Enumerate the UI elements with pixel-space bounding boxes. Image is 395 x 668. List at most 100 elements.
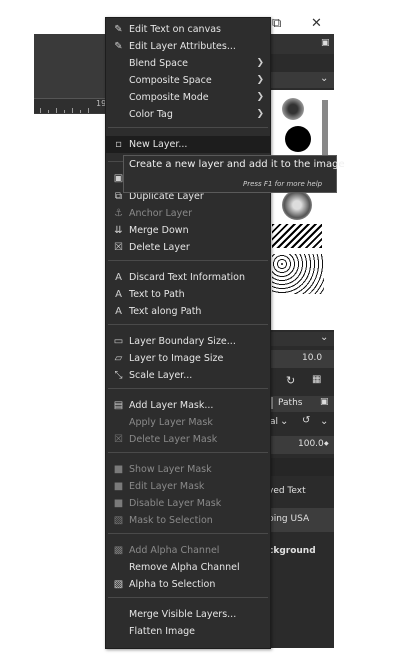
opacity-field[interactable]: 100.0 ◆ xyxy=(268,436,334,454)
menu-item-composite-space[interactable]: Composite Space ❯ xyxy=(106,72,270,89)
layer-context-menu: ✎ Edit Text on canvas ✎ Edit Layer Attribut… xyxy=(105,17,271,649)
spacing-field[interactable]: 10.0 xyxy=(268,350,334,368)
menu-separator xyxy=(108,324,268,325)
dock-menu-icon[interactable]: ▣ xyxy=(321,38,330,48)
menu-item-flatten-image[interactable]: Flatten Image xyxy=(106,623,270,640)
menu-item-label: Color Tag xyxy=(129,109,173,120)
restore-window-icon[interactable]: ⧉ xyxy=(272,16,281,31)
chevron-down-icon[interactable]: ⌄ xyxy=(280,416,288,427)
menu-item-label: Add Layer Mask... xyxy=(129,400,214,411)
add-mask-icon: ▤ xyxy=(113,400,124,411)
brush-preview-grid[interactable] xyxy=(268,90,334,330)
dock-menu-icon[interactable]: ▣ xyxy=(320,397,329,407)
menu-item-remove-alpha-channel[interactable]: Remove Alpha Channel xyxy=(106,559,270,576)
boundary-size-icon: ▭ xyxy=(113,336,124,347)
menu-item-label: Layer to Image Size xyxy=(129,353,224,364)
chevron-down-icon[interactable]: ⌄ xyxy=(320,416,328,427)
text-a-icon: A xyxy=(115,272,122,283)
menu-item-label: Composite Space xyxy=(129,75,212,86)
spinner-icon[interactable]: ◆ xyxy=(324,440,329,447)
menu-item-layer-boundary-size[interactable]: ▭ Layer Boundary Size... xyxy=(106,333,270,350)
menu-separator xyxy=(108,388,268,389)
menu-item-blend-space[interactable]: Blend Space ❯ xyxy=(106,55,270,72)
menu-item-mask-to-selection[interactable]: ▧ Mask to Selection xyxy=(106,512,270,529)
menu-item-label: Add Alpha Channel xyxy=(129,545,220,556)
layer-name: ved Text xyxy=(268,486,306,496)
alpha-selection-icon: ▧ xyxy=(113,579,124,590)
menu-separator xyxy=(108,127,268,128)
layer-attributes-icon: ✎ xyxy=(114,41,123,52)
menu-item-anchor-layer[interactable]: ⚓ Anchor Layer xyxy=(106,205,270,222)
menu-separator xyxy=(108,533,268,534)
menu-item-edit-layer-attributes[interactable]: ✎ Edit Layer Attributes... xyxy=(106,38,270,55)
brush-actions: ↻ ▦ xyxy=(268,372,334,390)
menu-item-text-along-path[interactable]: A Text along Path xyxy=(106,303,270,320)
refresh-icon[interactable]: ↻ xyxy=(286,374,295,387)
menu-item-label: Composite Mode xyxy=(129,92,209,103)
layer-name: ckground xyxy=(268,546,316,556)
menu-item-label: Show Layer Mask xyxy=(129,464,212,475)
layer-row-text[interactable]: ved Text xyxy=(268,480,334,504)
chevron-down-icon[interactable]: ⌄ xyxy=(320,73,328,84)
menu-item-label: Disable Layer Mask xyxy=(129,498,222,509)
menu-item-apply-layer-mask[interactable]: Apply Layer Mask xyxy=(106,414,270,431)
menu-item-label: Blend Space xyxy=(129,58,189,69)
menu-separator xyxy=(108,260,268,261)
menu-item-label: Edit Text on canvas xyxy=(129,24,221,35)
menu-item-edit-layer-mask[interactable]: ■ Edit Layer Mask xyxy=(106,478,270,495)
brush-category-select[interactable]: ⌄ xyxy=(268,332,334,346)
dock-tab-bar: ▣ xyxy=(268,34,334,54)
menu-item-text-to-path[interactable]: A Text to Path xyxy=(106,286,270,303)
menu-item-new-layer[interactable]: ▫ New Layer... xyxy=(106,136,270,153)
layer-name: ping USA xyxy=(268,514,310,524)
mask-selection-icon: ▧ xyxy=(113,515,124,526)
menu-item-label: Apply Layer Mask xyxy=(129,417,213,428)
reset-icon[interactable]: ↺ xyxy=(302,415,310,426)
menu-item-label: Text to Path xyxy=(129,289,185,300)
alpha-channel-icon: ▩ xyxy=(113,545,124,556)
close-window-icon[interactable]: ✕ xyxy=(311,16,322,31)
menu-item-composite-mode[interactable]: Composite Mode ❯ xyxy=(106,89,270,106)
menu-item-label: Anchor Layer xyxy=(129,208,192,219)
layer-mode-select[interactable]: al xyxy=(270,417,278,427)
menu-item-label: Edit Layer Mask xyxy=(129,481,205,492)
new-layer-tooltip: Create a new layer and add it to the ima… xyxy=(123,155,345,193)
menu-item-label: Mask to Selection xyxy=(129,515,213,526)
menu-item-layer-to-image-size[interactable]: ▱ Layer to Image Size xyxy=(106,350,270,367)
menu-item-add-layer-mask[interactable]: ▤ Add Layer Mask... xyxy=(106,397,270,414)
anchor-icon: ⚓ xyxy=(114,208,123,219)
menu-item-edit-text-on-canvas[interactable]: ✎ Edit Text on canvas xyxy=(106,21,270,38)
menu-item-alpha-to-selection[interactable]: ▧ Alpha to Selection xyxy=(106,576,270,593)
delete-mask-icon: ☒ xyxy=(114,434,123,445)
menu-item-label: Edit Layer Attributes... xyxy=(129,41,236,52)
chevron-right-icon: ❯ xyxy=(256,92,264,102)
menu-item-delete-layer-mask[interactable]: ☒ Delete Layer Mask xyxy=(106,431,270,448)
menu-item-disable-layer-mask[interactable]: ■ Disable Layer Mask xyxy=(106,495,270,512)
layer-row-selected[interactable]: ping USA xyxy=(268,508,334,532)
brush-selector[interactable]: ⌄ xyxy=(268,72,334,88)
menu-item-merge-down[interactable]: ⇊ Merge Down xyxy=(106,222,270,239)
merge-down-icon: ⇊ xyxy=(114,225,123,236)
tooltip-help-hint: Press F1 for more help xyxy=(243,180,323,188)
open-as-image-icon[interactable]: ▦ xyxy=(312,374,321,385)
menu-item-show-layer-mask[interactable]: ■ Show Layer Mask xyxy=(106,461,270,478)
menu-item-label: Scale Layer... xyxy=(129,370,193,381)
menu-item-label: Layer Boundary Size... xyxy=(129,336,236,347)
menu-item-merge-visible-layers[interactable]: Merge Visible Layers... xyxy=(106,606,270,623)
scale-layer-icon: ⤡ xyxy=(114,370,123,381)
layer-row-background[interactable]: ckground xyxy=(268,542,334,562)
chevron-down-icon[interactable]: ⌄ xyxy=(320,332,328,343)
checkbox-icon: ■ xyxy=(113,481,124,492)
menu-separator xyxy=(108,597,268,598)
opacity-value: 100.0 xyxy=(298,439,324,449)
menu-item-scale-layer[interactable]: ⤡ Scale Layer... xyxy=(106,367,270,384)
menu-item-color-tag[interactable]: Color Tag ❯ xyxy=(106,106,270,123)
tab-paths[interactable]: Paths xyxy=(278,398,302,408)
menu-item-add-alpha-channel[interactable]: ▩ Add Alpha Channel xyxy=(106,542,270,559)
menu-item-label: Merge Visible Layers... xyxy=(129,609,237,620)
checkbox-icon: ■ xyxy=(113,464,124,475)
menu-item-discard-text-information[interactable]: A Discard Text Information xyxy=(106,269,270,286)
menu-item-delete-layer[interactable]: ☒ Delete Layer xyxy=(106,239,270,256)
menu-item-label: New Layer... xyxy=(129,139,188,150)
text-a-icon: A xyxy=(115,289,122,300)
